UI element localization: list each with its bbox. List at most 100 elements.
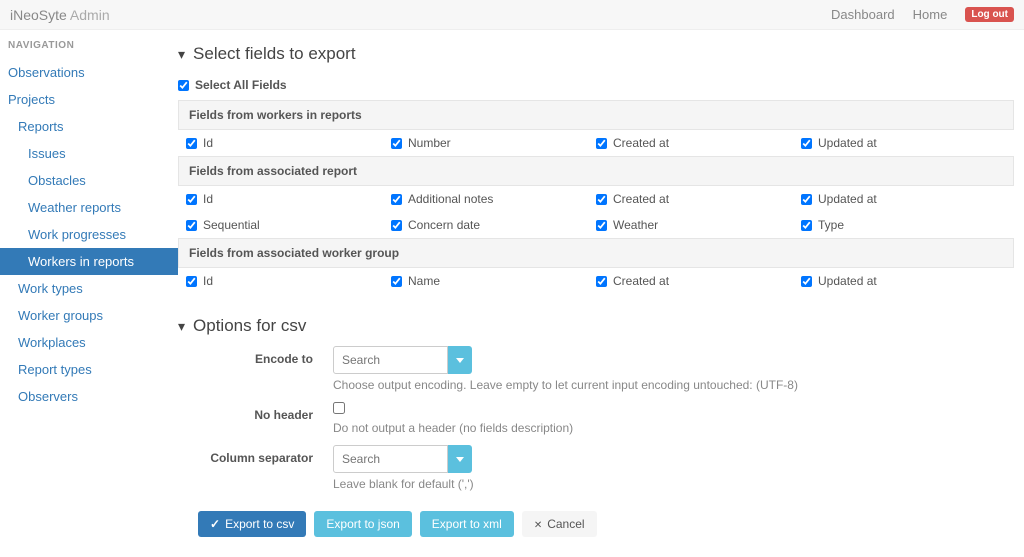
field-checkbox[interactable] <box>801 276 812 287</box>
encode-label: Encode to <box>178 346 313 392</box>
nav-dashboard[interactable]: Dashboard <box>831 7 895 22</box>
sidebar-item[interactable]: Workplaces <box>0 329 178 356</box>
field-checkbox[interactable] <box>391 276 402 287</box>
field-cell: Updated at <box>801 136 1006 150</box>
field-cell: Id <box>186 136 391 150</box>
brand-main: iNeoSyte <box>10 7 67 23</box>
field-checkbox[interactable] <box>186 220 197 231</box>
field-label: Id <box>203 274 213 288</box>
field-cell: Additional notes <box>391 192 596 206</box>
encode-dropdown-toggle[interactable] <box>448 346 472 374</box>
topbar: iNeoSyte Admin Dashboard Home Log out <box>0 0 1024 30</box>
field-label: Updated at <box>818 274 877 288</box>
field-row: Id Number Created at Updated at <box>178 130 1014 156</box>
field-label: Additional notes <box>408 192 493 206</box>
field-checkbox[interactable] <box>391 138 402 149</box>
caret-down-icon <box>456 457 464 462</box>
field-group-header: Fields from workers in reports <box>178 100 1014 130</box>
close-icon <box>534 517 542 531</box>
colsep-input[interactable] <box>333 445 448 473</box>
field-label: Created at <box>613 192 669 206</box>
logout-button[interactable]: Log out <box>965 7 1014 22</box>
field-cell: Type <box>801 218 1006 232</box>
noheader-checkbox[interactable] <box>333 402 345 414</box>
field-cell: Created at <box>596 192 801 206</box>
sidebar-item[interactable]: Weather reports <box>0 194 178 221</box>
field-group-header: Fields from associated worker group <box>178 238 1014 268</box>
field-row: Id Additional notes Created at Updated at <box>178 186 1014 212</box>
field-cell: Id <box>186 274 391 288</box>
sidebar-item[interactable]: Workers in reports <box>0 248 178 275</box>
colsep-help: Leave blank for default (',') <box>333 477 1014 491</box>
sidebar-item[interactable]: Worker groups <box>0 302 178 329</box>
cancel-button[interactable]: Cancel <box>522 511 597 537</box>
colsep-label: Column separator <box>178 445 313 491</box>
section-fields-title: Select fields to export <box>193 44 356 64</box>
field-checkbox[interactable] <box>186 138 197 149</box>
nav-home[interactable]: Home <box>913 7 948 22</box>
field-label: Id <box>203 192 213 206</box>
field-label: Number <box>408 136 451 150</box>
chevron-down-icon: ▾ <box>178 318 185 335</box>
sidebar-item[interactable]: Work progresses <box>0 221 178 248</box>
sidebar-item[interactable]: Report types <box>0 356 178 383</box>
field-cell: Weather <box>596 218 801 232</box>
sidebar-item[interactable]: Reports <box>0 113 178 140</box>
sidebar-item[interactable]: Observers <box>0 383 178 410</box>
brand-sub: Admin <box>67 7 110 23</box>
export-csv-button[interactable]: Export to csv <box>198 511 306 537</box>
sidebar: NAVIGATION ObservationsProjectsReportsIs… <box>0 30 178 557</box>
cancel-label: Cancel <box>547 517 584 531</box>
sidebar-item[interactable]: Observations <box>0 59 178 86</box>
field-checkbox[interactable] <box>186 194 197 205</box>
sidebar-item[interactable]: Projects <box>0 86 178 113</box>
field-cell: Id <box>186 192 391 206</box>
field-cell: Created at <box>596 274 801 288</box>
section-options-title: Options for csv <box>193 316 306 336</box>
field-label: Id <box>203 136 213 150</box>
field-group-header: Fields from associated report <box>178 156 1014 186</box>
field-label: Weather <box>613 218 658 232</box>
field-cell: Updated at <box>801 192 1006 206</box>
field-cell: Sequential <box>186 218 391 232</box>
export-csv-label: Export to csv <box>225 517 294 531</box>
field-checkbox[interactable] <box>596 138 607 149</box>
field-checkbox[interactable] <box>596 276 607 287</box>
field-checkbox[interactable] <box>391 220 402 231</box>
encode-input[interactable] <box>333 346 448 374</box>
check-icon <box>210 517 220 531</box>
noheader-help: Do not output a header (no fields descri… <box>333 421 1014 435</box>
chevron-down-icon: ▾ <box>178 46 185 63</box>
select-all-label: Select All Fields <box>195 78 287 92</box>
field-cell: Concern date <box>391 218 596 232</box>
field-label: Updated at <box>818 136 877 150</box>
sidebar-item[interactable]: Work types <box>0 275 178 302</box>
field-checkbox[interactable] <box>596 220 607 231</box>
colsep-dropdown-toggle[interactable] <box>448 445 472 473</box>
main-content: ▾ Select fields to export Select All Fie… <box>178 30 1024 557</box>
field-cell: Name <box>391 274 596 288</box>
field-checkbox[interactable] <box>801 194 812 205</box>
noheader-label: No header <box>178 402 313 435</box>
field-cell: Updated at <box>801 274 1006 288</box>
section-fields-toggle[interactable]: ▾ Select fields to export <box>178 44 1014 64</box>
field-cell: Created at <box>596 136 801 150</box>
section-options-toggle[interactable]: ▾ Options for csv <box>178 316 1014 336</box>
select-all-checkbox[interactable] <box>178 80 189 91</box>
field-label: Sequential <box>203 218 260 232</box>
field-checkbox[interactable] <box>596 194 607 205</box>
brand[interactable]: iNeoSyte Admin <box>10 7 110 23</box>
sidebar-item[interactable]: Issues <box>0 140 178 167</box>
export-xml-button[interactable]: Export to xml <box>420 511 514 537</box>
field-checkbox[interactable] <box>801 220 812 231</box>
field-label: Created at <box>613 136 669 150</box>
caret-down-icon <box>456 358 464 363</box>
field-checkbox[interactable] <box>801 138 812 149</box>
field-row: Sequential Concern date Weather Type <box>178 212 1014 238</box>
encode-help: Choose output encoding. Leave empty to l… <box>333 378 1014 392</box>
field-checkbox[interactable] <box>186 276 197 287</box>
sidebar-item[interactable]: Obstacles <box>0 167 178 194</box>
field-checkbox[interactable] <box>391 194 402 205</box>
export-json-button[interactable]: Export to json <box>314 511 411 537</box>
field-row: Id NameCreated at Updated at <box>178 268 1014 294</box>
